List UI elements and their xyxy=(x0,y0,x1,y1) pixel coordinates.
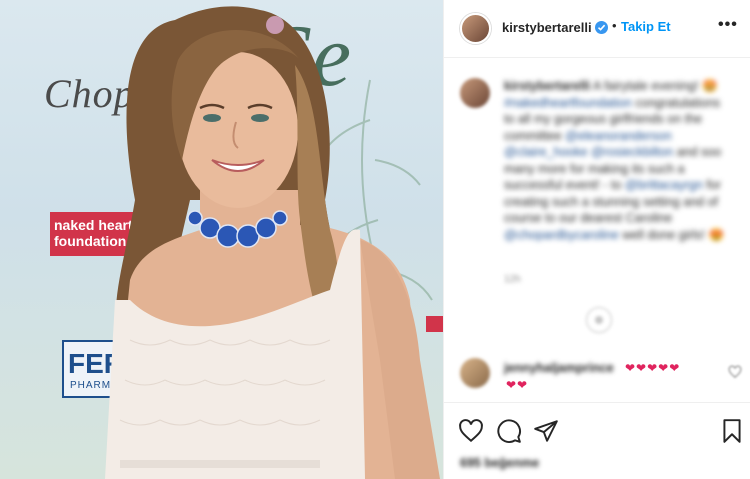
caption-text: A fairytale evening! 🤩 xyxy=(592,79,718,93)
comment-item: jennyhaljamprince xyxy=(504,360,724,377)
load-more-comments-button[interactable] xyxy=(586,307,612,333)
likes-count[interactable]: 695 beğenme xyxy=(460,456,539,470)
caption-text: well done girls! 😍 xyxy=(622,227,725,242)
caption-mention[interactable]: @chopardbycaroline xyxy=(504,228,619,242)
post-caption: kirstybertarelli A fairytale evening! 🤩 … xyxy=(504,78,732,243)
more-options-button[interactable]: ••• xyxy=(718,16,738,34)
author-username[interactable]: kirstybertarelli xyxy=(502,20,592,35)
caption-mention[interactable]: @eleanoranderson xyxy=(565,129,672,143)
post-header: kirstybertarelli • Takip Et ••• xyxy=(444,0,750,58)
header-separator: • xyxy=(612,18,617,33)
caption-mention[interactable]: @rosieckbilton xyxy=(591,145,673,159)
heart-icon[interactable] xyxy=(458,418,484,444)
caption-username[interactable]: kirstybertarelli xyxy=(504,79,590,93)
post-details-panel: kirstybertarelli • Takip Et ••• kirstybe… xyxy=(443,0,750,479)
commenter-avatar[interactable] xyxy=(460,358,490,388)
comment-like-icon[interactable] xyxy=(728,365,742,379)
comment-hearts: ❤❤ xyxy=(506,378,529,392)
comment-hearts: ❤❤❤❤❤ xyxy=(625,361,681,375)
post-image[interactable]: Chopa Se naked heart foundation FER PHAR… xyxy=(0,0,443,479)
woman-figure xyxy=(105,6,440,479)
commenter-username[interactable]: jennyhaljamprince xyxy=(504,361,614,375)
caption-timestamp: 12h xyxy=(504,274,521,285)
comment-icon[interactable] xyxy=(496,418,522,444)
follow-button[interactable]: Takip Et xyxy=(621,19,671,34)
caption-hashtag[interactable]: #nakedheartfoundation xyxy=(504,96,632,110)
share-icon[interactable] xyxy=(533,418,559,444)
bookmark-icon[interactable] xyxy=(719,418,745,444)
caption-author-avatar[interactable] xyxy=(460,78,490,108)
verified-badge-icon xyxy=(595,21,608,34)
post-actions-bar xyxy=(444,402,750,452)
caption-mention[interactable]: @brittacayrgn xyxy=(625,178,703,192)
caption-mention[interactable]: @claire_hooke xyxy=(504,145,588,159)
author-avatar[interactable] xyxy=(460,13,491,44)
